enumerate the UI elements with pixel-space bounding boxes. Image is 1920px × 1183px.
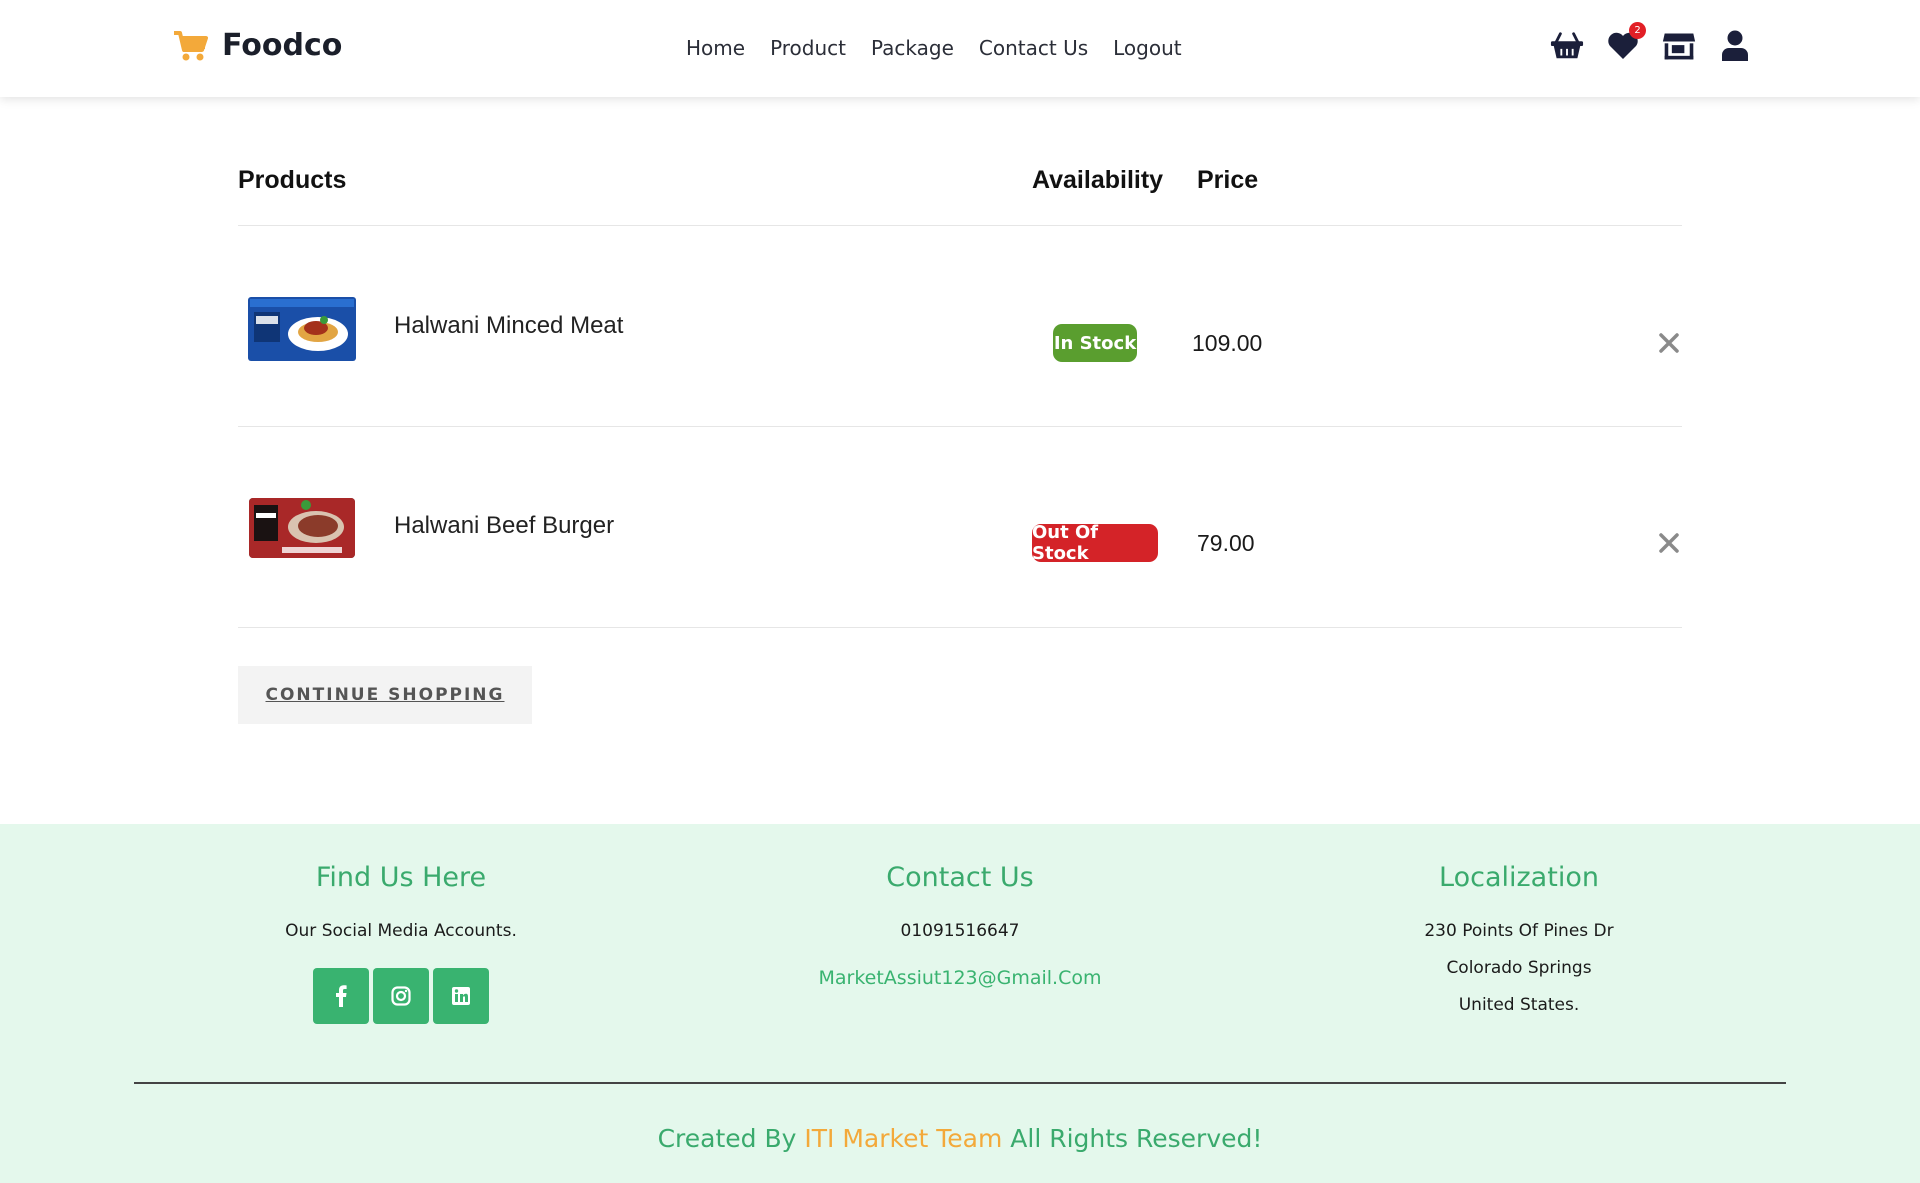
footer-contact: Contact Us 01091516647 MarketAssiut123@G… bbox=[750, 862, 1170, 989]
nav-contact-us[interactable]: Contact Us bbox=[979, 36, 1088, 60]
status-badge: Out Of Stock bbox=[1032, 522, 1158, 564]
store-icon bbox=[1662, 33, 1696, 60]
close-icon bbox=[1659, 333, 1679, 353]
footer-find-us: Find Us Here Our Social Media Accounts. bbox=[191, 862, 611, 1024]
product-price: 79.00 bbox=[1197, 530, 1255, 556]
contact-title: Contact Us bbox=[886, 862, 1034, 893]
nav-package[interactable]: Package bbox=[871, 36, 954, 60]
address-line-2: Colorado Springs bbox=[1446, 958, 1592, 978]
facebook-icon bbox=[336, 985, 347, 1007]
divider bbox=[238, 627, 1682, 628]
linkedin-icon bbox=[452, 987, 470, 1005]
credit-suffix: All Rights Reserved! bbox=[1010, 1124, 1263, 1153]
product-image[interactable] bbox=[246, 493, 358, 563]
product-name[interactable]: Halwani Beef Burger bbox=[394, 512, 614, 540]
footer-divider bbox=[134, 1082, 1786, 1084]
table-row: Halwani Minced Meat In Stock 109.00 bbox=[238, 226, 1682, 426]
status-badge: In Stock bbox=[1053, 324, 1137, 362]
continue-shopping-button[interactable]: CONTINUE SHOPPING bbox=[238, 666, 532, 724]
account-button[interactable] bbox=[1718, 28, 1752, 64]
find-us-title: Find Us Here bbox=[315, 862, 487, 893]
remove-item-button[interactable] bbox=[1656, 330, 1682, 356]
copyright-text: Created By ITI Market Team All Rights Re… bbox=[0, 1124, 1920, 1153]
brand-logo[interactable]: Foodco bbox=[172, 28, 342, 63]
brand-name: Foodco bbox=[222, 28, 343, 63]
contact-email-link[interactable]: MarketAssiut123@Gmail.Com bbox=[750, 967, 1170, 989]
table-row: Halwani Beef Burger Out Of Stock 79.00 bbox=[238, 427, 1682, 627]
cart-logo-icon bbox=[174, 30, 208, 60]
product-name[interactable]: Halwani Minced Meat bbox=[394, 312, 623, 340]
social-links bbox=[191, 968, 611, 1024]
linkedin-button[interactable] bbox=[433, 968, 489, 1024]
basket-icon bbox=[1550, 32, 1584, 59]
facebook-button[interactable] bbox=[313, 968, 369, 1024]
nav-home[interactable]: Home bbox=[686, 36, 745, 60]
products-header: Products bbox=[238, 166, 347, 194]
main-nav: Home Product Package Contact Us Logout bbox=[686, 36, 1182, 60]
address-line-3: United States. bbox=[1458, 995, 1580, 1015]
contact-phone: 01091516647 bbox=[900, 921, 1020, 941]
availability-header: Availability bbox=[1032, 166, 1164, 194]
find-us-text: Our Social Media Accounts. bbox=[285, 921, 517, 941]
nav-product[interactable]: Product bbox=[770, 36, 846, 60]
instagram-button[interactable] bbox=[373, 968, 429, 1024]
wishlist-count-badge: 2 bbox=[1629, 22, 1646, 39]
close-icon bbox=[1659, 533, 1679, 553]
footer-localization: Localization 230 Points Of Pines Dr Colo… bbox=[1309, 862, 1729, 1015]
footer: Find Us Here Our Social Media Accounts. bbox=[0, 824, 1920, 1183]
product-image[interactable] bbox=[246, 294, 358, 364]
header-icons: 2 bbox=[1550, 22, 1752, 64]
store-button[interactable] bbox=[1662, 28, 1696, 64]
top-navbar: Foodco Home Product Package Contact Us L… bbox=[0, 0, 1920, 97]
credit-team: ITI Market Team bbox=[804, 1124, 1003, 1153]
address-line-1: 230 Points Of Pines Dr bbox=[1424, 921, 1614, 941]
credit-prefix: Created By bbox=[657, 1124, 797, 1153]
localization-title: Localization bbox=[1439, 862, 1599, 893]
remove-item-button[interactable] bbox=[1656, 530, 1682, 556]
product-price: 109.00 bbox=[1192, 330, 1263, 356]
wishlist-button[interactable]: 2 bbox=[1606, 22, 1646, 64]
price-header: Price bbox=[1197, 166, 1259, 194]
user-icon bbox=[1722, 30, 1748, 61]
basket-button[interactable] bbox=[1550, 28, 1584, 64]
instagram-icon bbox=[391, 986, 411, 1006]
nav-logout[interactable]: Logout bbox=[1113, 36, 1181, 60]
